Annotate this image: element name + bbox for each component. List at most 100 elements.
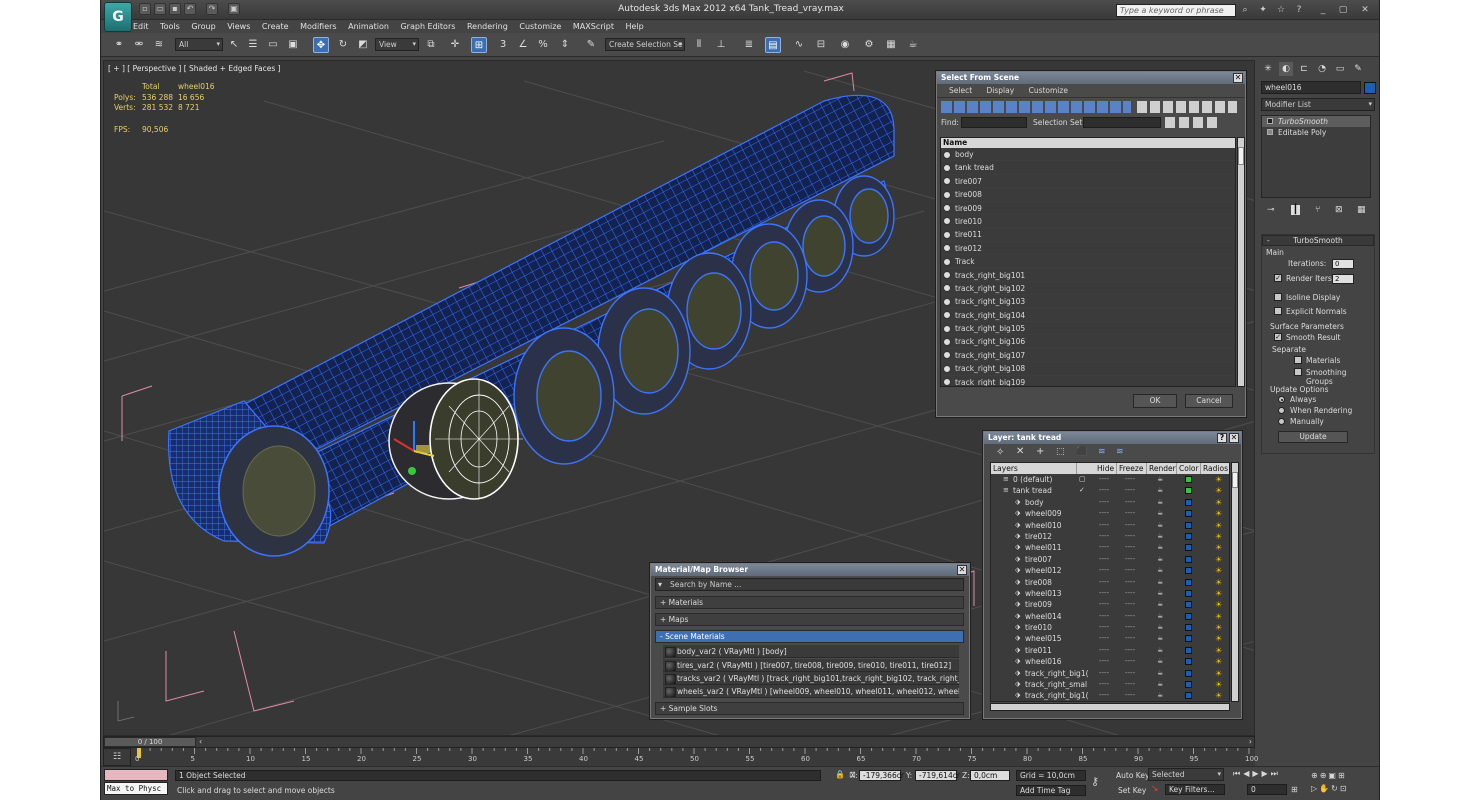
separate-materials-checkbox[interactable] — [1294, 356, 1302, 364]
maxscript-mini-listener[interactable] — [104, 769, 168, 781]
col-freeze[interactable]: Freeze — [1117, 463, 1147, 474]
col-render[interactable]: Render — [1147, 463, 1177, 474]
layer-row[interactable]: ⬗ wheel015 ---- ---- ☕ ☀ — [991, 633, 1229, 644]
render-teapot-icon[interactable]: ☕ — [1157, 633, 1163, 644]
update-button[interactable]: Update — [1278, 431, 1348, 443]
freeze-toggle[interactable]: ---- — [1125, 645, 1135, 656]
sfs-menu-customize[interactable]: Customize — [1029, 86, 1068, 95]
layer-color-swatch[interactable] — [1185, 635, 1192, 643]
current-frame-field[interactable]: 0 — [1247, 784, 1287, 795]
radiosity-bulb-icon[interactable]: ☀ — [1215, 509, 1223, 518]
layer-row[interactable]: ⬗ wheel013 ---- ---- ☕ ☀ — [991, 588, 1229, 599]
col-layers[interactable]: Layers — [991, 463, 1077, 474]
layer-color-swatch[interactable] — [1185, 589, 1192, 597]
name-column-header[interactable]: Name — [941, 138, 1235, 148]
mini-curve-editor-icon[interactable]: ☷ — [103, 748, 131, 766]
hide-toggle[interactable]: ---- — [1099, 565, 1109, 576]
pivot-center-icon[interactable]: ⧉ — [423, 37, 439, 53]
window-crossing-icon[interactable]: ▣ — [285, 37, 301, 53]
hide-toggle[interactable]: ---- — [1099, 497, 1109, 508]
render-iters-spinner[interactable]: 2 — [1332, 274, 1354, 284]
remove-modifier-icon[interactable]: ⊠ — [1335, 205, 1343, 215]
next-frame-arrow-icon[interactable]: › — [1249, 737, 1252, 746]
display-tab-icon[interactable]: ▭ — [1333, 62, 1347, 76]
layer-row[interactable]: ⬗ wheel011 ---- ---- ☕ ☀ — [991, 542, 1229, 553]
key-mode-dropdown[interactable]: Selected — [1148, 768, 1224, 781]
layer-row[interactable]: ⬗ tire009 ---- ---- ☕ ☀ — [991, 599, 1229, 610]
set-key-button[interactable]: Set Key — [1118, 786, 1146, 795]
radiosity-bulb-icon[interactable]: ☀ — [1215, 566, 1223, 575]
snaps-toggle-icon[interactable]: 3 — [495, 37, 511, 53]
rendered-frame-icon[interactable]: ▦ — [883, 37, 899, 53]
layer-color-swatch[interactable] — [1185, 487, 1192, 495]
select-from-scene-title[interactable]: Select From Scene ✕ — [937, 72, 1245, 84]
utilities-tab-icon[interactable]: ✎ — [1351, 62, 1365, 76]
render-teapot-icon[interactable]: ☕ — [1157, 554, 1163, 565]
display-filter-icons[interactable] — [941, 101, 1131, 113]
selection-filter-dropdown[interactable]: All — [175, 38, 223, 51]
sfs-menu-display[interactable]: Display — [987, 86, 1015, 95]
hide-toggle[interactable]: ---- — [1099, 577, 1109, 588]
hide-toggle[interactable]: ---- — [1099, 474, 1109, 485]
select-in-layer-icon[interactable]: ⬚ — [1056, 447, 1065, 457]
stack-item-turbosmooth[interactable]: TurboSmooth — [1262, 116, 1370, 127]
layer-row[interactable]: ⬗ tire007 ---- ---- ☕ ☀ — [991, 554, 1229, 565]
modifier-list-dropdown[interactable]: Modifier List — [1261, 98, 1375, 111]
layer-color-swatch[interactable] — [1185, 669, 1192, 677]
lock-selection-icon[interactable]: 🔒 — [835, 770, 845, 779]
layer-color-swatch[interactable] — [1185, 578, 1192, 586]
radiosity-bulb-icon[interactable]: ☀ — [1215, 623, 1223, 632]
layer-row[interactable]: ⬗ tire010 ---- ---- ☕ ☀ — [991, 622, 1229, 633]
render-iters-checkbox[interactable]: ✓ — [1274, 274, 1282, 282]
freeze-toggle[interactable]: ---- — [1125, 622, 1135, 633]
menu-edit[interactable]: Edit — [133, 20, 149, 33]
stack-item-editable-poly[interactable]: Editable Poly — [1262, 127, 1370, 138]
layer-row[interactable]: ⬗ wheel009 ---- ---- ☕ ☀ — [991, 508, 1229, 519]
scene-object-row[interactable]: track_right_big102 — [941, 282, 1235, 296]
freeze-toggle[interactable]: ---- — [1125, 588, 1135, 599]
layer-row[interactable]: ⬗ wheel014 ---- ---- ☕ ☀ — [991, 611, 1229, 622]
explicit-normals-checkbox[interactable] — [1274, 307, 1282, 315]
render-setup-icon[interactable]: ⚙ — [861, 37, 877, 53]
layer-row[interactable]: ⬗ tire012 ---- ---- ☕ ☀ — [991, 531, 1229, 542]
render-teapot-icon[interactable]: ☕ — [1157, 474, 1163, 485]
expand-icon[interactable] — [1267, 129, 1273, 135]
select-by-name-icon[interactable]: ☰ — [245, 37, 261, 53]
scene-object-row[interactable]: track_right_big104 — [941, 309, 1235, 323]
radiosity-bulb-icon[interactable]: ☀ — [1215, 634, 1223, 643]
add-to-layer-icon[interactable]: + — [1036, 446, 1044, 457]
scene-object-row[interactable]: track_right_big108 — [941, 362, 1235, 376]
hide-toggle[interactable]: ---- — [1099, 679, 1109, 690]
layer-row[interactable]: ⬗ tire011 ---- ---- ☕ ☀ — [991, 645, 1229, 656]
minimize-icon[interactable]: _ — [1317, 4, 1329, 16]
radiosity-bulb-icon[interactable]: ☀ — [1215, 543, 1223, 552]
hide-toggle[interactable]: ---- — [1099, 633, 1109, 644]
open-file-icon[interactable]: ▭ — [154, 3, 166, 15]
layer-color-swatch[interactable] — [1185, 476, 1192, 483]
playback-controls[interactable]: ⏮◀▶▶⏭ — [1233, 769, 1281, 779]
selection-set-icons[interactable] — [1165, 117, 1221, 128]
scene-object-row[interactable]: Track — [941, 255, 1235, 269]
select-and-scale-icon[interactable]: ◩ — [355, 37, 371, 53]
render-production-icon[interactable]: ☕ — [905, 37, 921, 53]
render-teapot-icon[interactable]: ☕ — [1157, 611, 1163, 622]
hide-all-icon[interactable]: ≋ — [1098, 447, 1106, 457]
layer-color-swatch[interactable] — [1185, 658, 1192, 666]
select-object-icon[interactable]: ↖ — [226, 37, 242, 53]
layer-row[interactable]: ⬗ track_right_smal ---- ---- ☕ ☀ — [991, 679, 1229, 690]
turbosmooth-rollout-header[interactable]: TurboSmooth — [1262, 235, 1374, 246]
x-coordinate-field[interactable]: -179,366cr — [859, 770, 904, 781]
hide-toggle[interactable]: ---- — [1099, 554, 1109, 565]
radiosity-bulb-icon[interactable]: ☀ — [1215, 475, 1223, 484]
layer-color-swatch[interactable] — [1185, 555, 1192, 563]
layer-color-swatch[interactable] — [1185, 544, 1192, 552]
material-tires-var2[interactable]: tires_var2 ( VRayMtl ) [tire007, tire008… — [663, 659, 959, 672]
layer-manager-title[interactable]: Layer: tank tread ? ✕ — [984, 432, 1241, 444]
close-icon[interactable]: ✕ — [1229, 433, 1239, 443]
time-slider-thumb[interactable]: 0 / 100 — [104, 737, 196, 747]
delete-layer-icon[interactable]: ✕ — [1016, 446, 1024, 457]
bind-space-warp-icon[interactable]: ≋ — [151, 37, 167, 53]
menu-customize[interactable]: Customize — [519, 20, 561, 33]
layer-color-swatch[interactable] — [1185, 510, 1192, 518]
new-layer-icon[interactable]: ✧ — [996, 447, 1004, 458]
